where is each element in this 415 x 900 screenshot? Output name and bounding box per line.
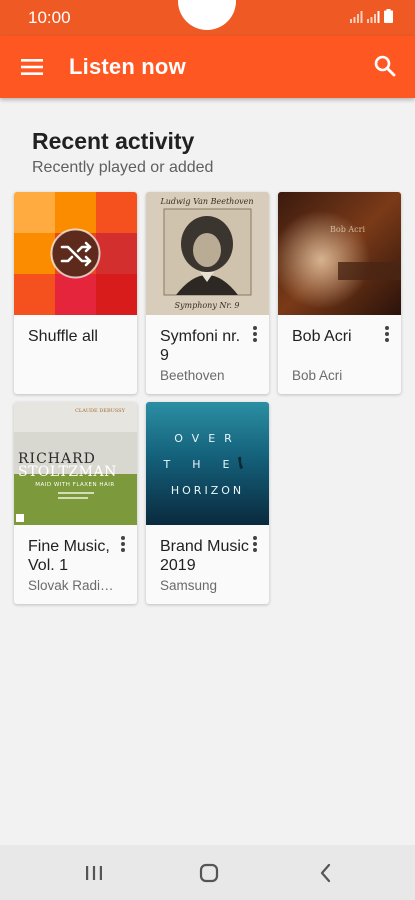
search-icon: [374, 55, 396, 77]
art-text-line: HORIZON: [171, 484, 244, 497]
art-text-top: Ludwig Van Beethoven: [159, 197, 253, 206]
more-options-button[interactable]: [377, 323, 397, 347]
more-options-button[interactable]: [113, 533, 133, 557]
shuffle-art: [14, 192, 137, 315]
card-title: Shuffle all: [28, 328, 98, 345]
search-button[interactable]: [371, 52, 399, 80]
status-icons: [350, 9, 393, 23]
album-art: Bob Acri: [278, 192, 401, 315]
album-card[interactable]: CLAUDE DEBUSSY RICHARD STOLTZMAN MAID WI…: [14, 402, 137, 604]
system-nav-bar: [0, 845, 415, 900]
album-art: Ludwig Van Beethoven Symphony Nr. 9: [146, 192, 269, 315]
card-subtitle: Beethoven: [160, 368, 225, 383]
album-art: OVER THE HORIZON: [146, 402, 269, 525]
card-title: Bob Acri: [292, 328, 352, 345]
home-icon: [199, 863, 219, 883]
album-art: CLAUDE DEBUSSY RICHARD STOLTZMAN MAID WI…: [14, 402, 137, 525]
album-card[interactable]: OVER THE HORIZON Brand Music 2019 Samsun…: [146, 402, 269, 604]
section-title: Recent activity: [32, 128, 195, 154]
app-bar: Listen now: [0, 36, 415, 98]
battery-icon: [384, 9, 393, 23]
more-options-button[interactable]: [245, 323, 265, 347]
menu-button[interactable]: [18, 53, 46, 81]
album-card[interactable]: Ludwig Van Beethoven Symphony Nr. 9 Symf…: [146, 192, 269, 394]
more-vert-icon: [121, 536, 125, 552]
more-vert-icon: [253, 536, 257, 552]
status-time: 10:00: [28, 8, 71, 27]
more-options-button[interactable]: [245, 533, 265, 557]
status-bar: 10:00: [0, 0, 415, 36]
page-title: Listen now: [69, 54, 186, 79]
album-card[interactable]: Bob Acri Bob Acri Bob Acri: [278, 192, 401, 394]
art-text-line: OVER: [174, 432, 241, 445]
more-vert-icon: [253, 326, 257, 342]
shuffle-all-card[interactable]: Shuffle all: [14, 192, 137, 394]
art-text-top: CLAUDE DEBUSSY: [75, 408, 126, 414]
art-text-line: THE: [163, 458, 252, 471]
card-subtitle: Samsung: [160, 578, 218, 593]
card-title: Symfoni nr. 9: [160, 328, 241, 364]
signal-icon: [350, 11, 363, 23]
art-text-main: STOLTZMAN: [18, 464, 117, 480]
back-button[interactable]: [311, 858, 341, 888]
card-subtitle: Bob Acri: [292, 368, 343, 383]
home-button[interactable]: [194, 858, 224, 888]
card-subtitle: Slovak Radio Symphony Orchestra: [28, 578, 120, 593]
recents-button[interactable]: [79, 858, 109, 888]
art-text-bottom: Symphony Nr. 9: [174, 301, 239, 310]
camera-notch: [178, 0, 236, 30]
art-text: Bob Acri: [330, 225, 365, 234]
menu-icon: [21, 59, 43, 75]
more-vert-icon: [385, 326, 389, 342]
card-title: Brand Music 2019: [160, 538, 249, 574]
card-title: Fine Music, Vol. 1: [28, 538, 110, 574]
recents-icon: [86, 866, 102, 880]
signal-icon: [367, 11, 380, 23]
art-text-sub: MAID WITH FLAXEN HAIR: [35, 482, 114, 488]
section-subtitle: Recently played or added: [32, 159, 214, 176]
back-icon: [320, 863, 331, 883]
